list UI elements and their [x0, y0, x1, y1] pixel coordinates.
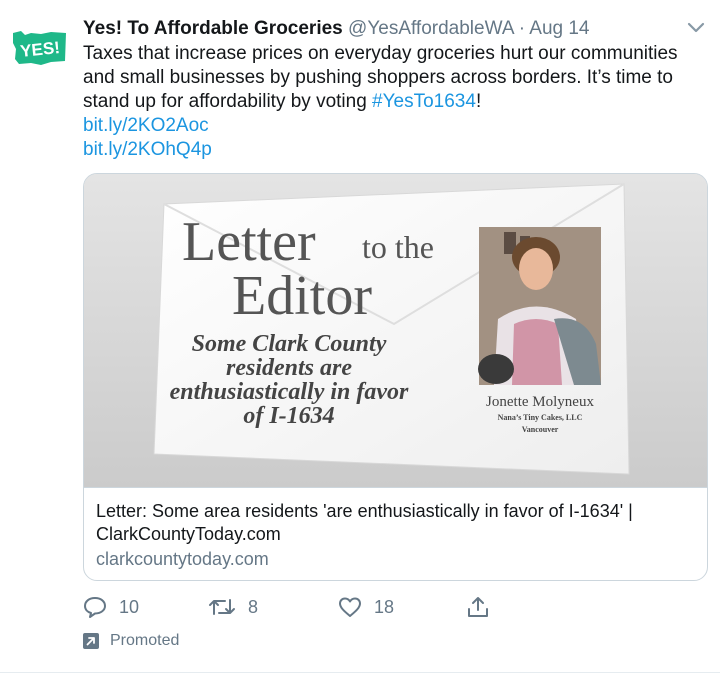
reply-icon — [84, 597, 106, 618]
svg-text:Jonette Molyneux: Jonette Molyneux — [486, 394, 594, 410]
like-icon — [339, 597, 361, 617]
svg-text:Vancouver: Vancouver — [522, 425, 559, 434]
svg-text:residents are: residents are — [226, 355, 352, 381]
svg-text:Letter: Letter — [182, 211, 316, 273]
card-image[interactable]: Letter to the Editor Some Clark County r… — [84, 174, 707, 488]
like-count: 18 — [374, 596, 395, 617]
retweet-icon — [209, 599, 235, 615]
svg-text:enthusiastically in favor: enthusiastically in favor — [170, 379, 409, 405]
link-card[interactable]: Letter to the Editor Some Clark County r… — [83, 173, 708, 581]
svg-text:of I-1634: of I-1634 — [243, 403, 334, 429]
tweet-header: Yes! To Affordable Groceries @YesAfforda… — [83, 16, 590, 42]
card-title[interactable]: Letter: Some area residents 'are enthusi… — [96, 500, 696, 546]
tweet-date[interactable]: Aug 14 — [529, 18, 589, 39]
meta-separator: · — [518, 18, 526, 39]
reply-count: 10 — [119, 596, 140, 617]
promoted-text: Promoted — [110, 632, 180, 649]
like-button[interactable]: 18 — [338, 592, 394, 622]
short-link-2[interactable]: bit.ly/2KOhQ4p — [83, 138, 713, 162]
share-icon — [468, 597, 488, 617]
retweet-count: 8 — [248, 596, 259, 617]
yes-logo: YES! — [13, 31, 66, 65]
promoted-label[interactable]: Promoted — [83, 632, 179, 650]
tweet-actions: 10 8 18 — [83, 592, 503, 622]
retweet-button[interactable]: 8 — [208, 592, 258, 622]
person-photo — [478, 227, 601, 385]
promoted-icon — [83, 633, 99, 649]
svg-text:Editor: Editor — [232, 265, 372, 327]
letter-to-editor-graphic: Letter to the Editor Some Clark County r… — [84, 174, 707, 487]
hashtag-link[interactable]: #YesTo1634 — [372, 91, 476, 112]
avatar[interactable]: YES! — [11, 25, 69, 69]
short-link-1[interactable]: bit.ly/2KO2Aoc — [83, 114, 713, 138]
svg-text:to the: to the — [362, 229, 434, 265]
more-options-button[interactable] — [683, 18, 709, 38]
share-button[interactable] — [466, 592, 490, 622]
chevron-down-icon — [687, 22, 705, 33]
svg-text:Some Clark County: Some Clark County — [192, 331, 387, 357]
svg-text:Nana’s Tiny Cakes, LLC: Nana’s Tiny Cakes, LLC — [498, 413, 583, 422]
tweet-text: Taxes that increase prices on everyday g… — [83, 42, 713, 162]
author-handle[interactable]: @YesAffordableWA — [348, 18, 513, 39]
card-domain: clarkcountytoday.com — [96, 549, 269, 569]
reply-button[interactable]: 10 — [83, 592, 139, 622]
tweet-text-end: ! — [475, 91, 482, 112]
author-name[interactable]: Yes! To Affordable Groceries — [83, 18, 343, 39]
